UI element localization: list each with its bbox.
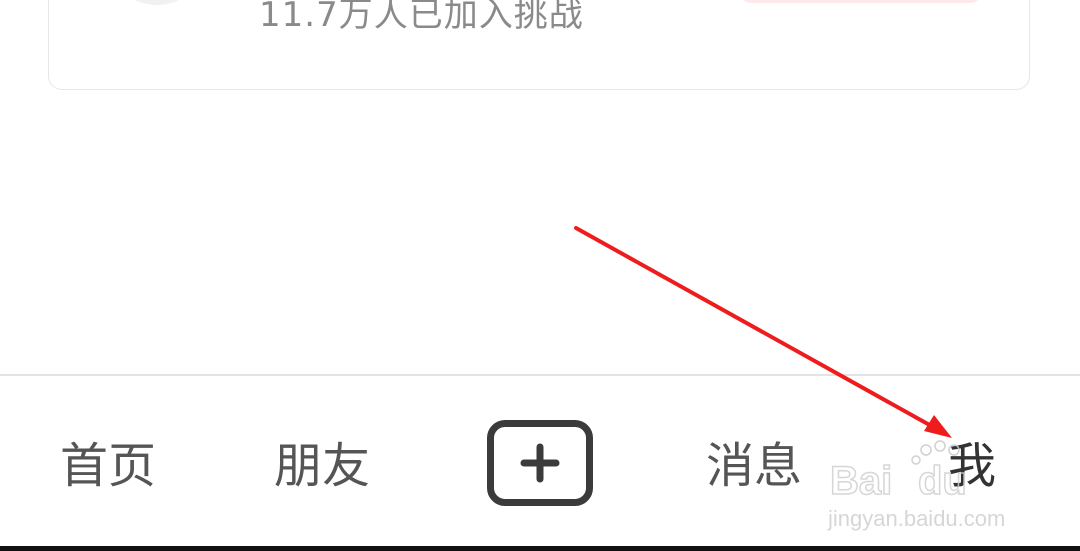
bottom-edge-bar: [0, 546, 1080, 551]
tab-me[interactable]: 我: [948, 436, 996, 496]
challenge-participants-text: 11.7万人已加入挑战: [259, 0, 584, 35]
tab-friends[interactable]: 朋友: [274, 436, 370, 496]
create-post-button[interactable]: [487, 420, 593, 506]
challenge-card[interactable]: 11.7万人已加入挑战: [48, 0, 1030, 90]
tab-home[interactable]: 首页: [60, 436, 156, 496]
screen: 11.7万人已加入挑战 首页 朋友 消息 我 Bai du jingyan.ba…: [0, 0, 1080, 551]
join-challenge-button[interactable]: [741, 0, 981, 3]
challenge-avatar: [105, 0, 209, 5]
tab-messages[interactable]: 消息: [706, 436, 802, 496]
bottom-tab-bar: 首页 朋友 消息 我: [0, 374, 1080, 546]
plus-icon: [520, 443, 560, 483]
